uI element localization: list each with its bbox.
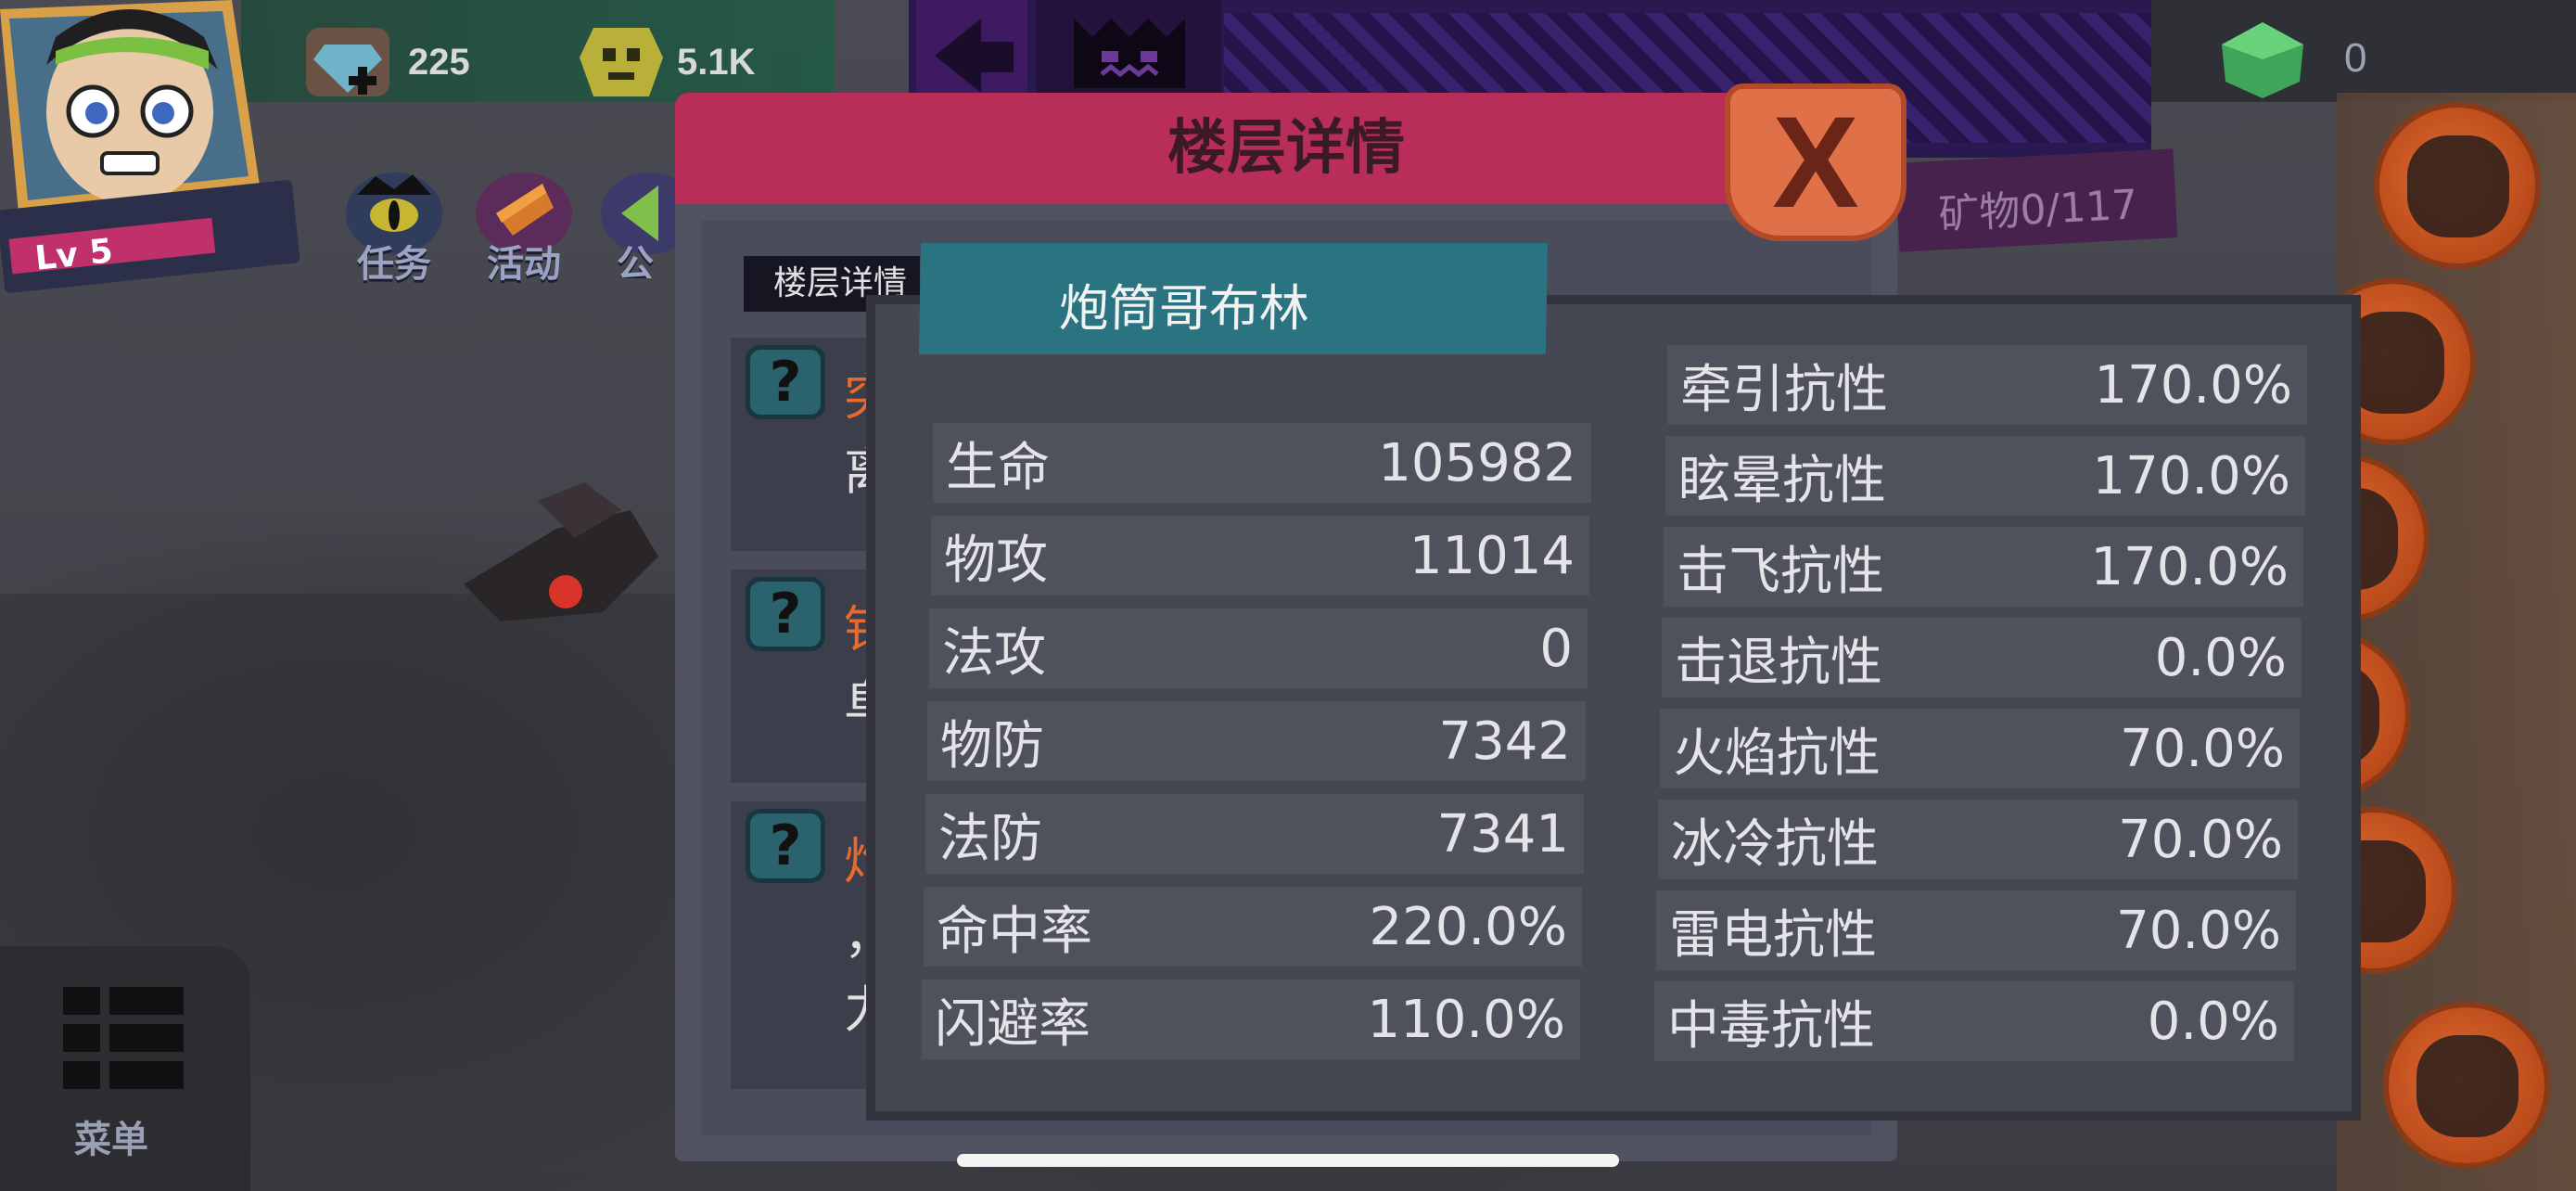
stat-value: 70.0% <box>2116 900 2281 961</box>
stat-value: 70.0% <box>2120 718 2285 779</box>
party-member-1[interactable] <box>2374 102 2541 269</box>
stat-label: 火焰抗性 <box>1673 723 1881 784</box>
stat-label: 物攻 <box>944 530 1048 591</box>
skull-coin-counter[interactable]: 5.1K <box>566 20 756 104</box>
stat-row-stun-res: 眩晕抗性 170.0% <box>1665 436 2305 516</box>
goblin-creature <box>464 482 658 621</box>
stat-label: 物防 <box>940 715 1044 776</box>
mineral-text: 矿物0/117 <box>1937 181 2139 239</box>
stat-row-knockback-res: 击退抗性 0.0% <box>1662 618 2302 698</box>
stat-label: 击飞抗性 <box>1677 541 1884 602</box>
stat-value: 0.0% <box>2154 627 2287 688</box>
mineral-counter: 矿物0/117 <box>1894 148 2178 252</box>
stat-row-magic-def: 法防 7341 <box>925 794 1584 874</box>
back-button[interactable] <box>916 0 1027 102</box>
stat-row-phys-def: 物防 7342 <box>927 701 1586 781</box>
stat-value: 11014 <box>1409 525 1575 586</box>
stat-value: 0.0% <box>2147 991 2279 1052</box>
skull-coin-amount: 5.1K <box>677 41 756 83</box>
stat-label: 生命 <box>946 437 1050 498</box>
event-label: 活动 <box>487 243 561 286</box>
stat-value: 110.0% <box>1367 989 1565 1050</box>
floor-panel-header: 楼层详情 <box>675 93 1897 204</box>
player-level: Lv 5 <box>32 232 115 278</box>
party-member-6-face <box>2417 1035 2519 1137</box>
stat-row-magic-atk: 法攻 0 <box>929 608 1588 688</box>
close-icon: X <box>1772 89 1859 235</box>
stat-value: 70.0% <box>2118 809 2283 870</box>
stat-value: 170.0% <box>2094 354 2292 416</box>
stat-row-hit-rate: 命中率 220.0% <box>924 887 1582 967</box>
stat-row-lightning-res: 雷电抗性 70.0% <box>1656 890 2296 970</box>
menu-grid-icon <box>63 987 184 1089</box>
party-member-1-face <box>2407 135 2509 237</box>
floor-panel-title: 楼层详情 <box>1167 114 1405 183</box>
arrow-left-icon <box>935 19 1014 93</box>
green-gem-icon <box>2222 22 2303 98</box>
monster-name: 炮筒哥布林 <box>1058 279 1310 338</box>
diamond-icon <box>306 28 389 96</box>
notice-button[interactable]: 公 <box>593 158 677 278</box>
question-icon: ? <box>746 809 825 883</box>
stat-row-hp: 生命 105982 <box>933 423 1591 503</box>
stat-value: 220.0% <box>1369 896 1567 957</box>
stat-label: 闪避率 <box>935 993 1090 1055</box>
stat-value: 105982 <box>1378 432 1576 493</box>
stat-row-fire-res: 火焰抗性 70.0% <box>1660 709 2300 788</box>
stat-label: 击退抗性 <box>1675 632 1882 693</box>
stat-row-knockup-res: 击飞抗性 170.0% <box>1664 527 2303 607</box>
notice-label: 公 <box>617 243 654 278</box>
stat-label: 法防 <box>938 808 1042 869</box>
stat-row-phys-atk: 物攻 11014 <box>931 516 1589 596</box>
close-button[interactable]: X <box>1725 83 1906 241</box>
diamond-amount: 225 <box>408 41 470 83</box>
stat-row-pull-res: 牵引抗性 170.0% <box>1667 345 2307 425</box>
stat-value: 0 <box>1539 618 1573 679</box>
question-icon: ? <box>746 577 825 651</box>
quest-button[interactable]: 任务 <box>334 158 454 286</box>
stat-label: 眩晕抗性 <box>1678 450 1886 511</box>
skull-coin-icon <box>580 28 663 96</box>
stat-row-ice-res: 冰冷抗性 70.0% <box>1658 800 2298 879</box>
menu-label: 菜单 <box>74 1119 148 1161</box>
stat-label: 中毒抗性 <box>1667 995 1875 1057</box>
stat-value: 7342 <box>1438 711 1571 772</box>
home-indicator[interactable] <box>957 1154 1619 1167</box>
monster-face-icon <box>1074 19 1185 88</box>
stat-value: 170.0% <box>2090 536 2289 597</box>
diamond-counter[interactable]: 225 <box>297 20 470 104</box>
quest-label: 任务 <box>357 243 431 286</box>
monster-name-banner: 炮筒哥布林 <box>918 243 1549 354</box>
stat-value: 170.0% <box>2092 445 2290 506</box>
stat-row-dodge-rate: 闪避率 110.0% <box>922 980 1580 1059</box>
gem-amount: 0 <box>2344 35 2367 81</box>
question-icon: ? <box>746 345 825 419</box>
stat-label: 雷电抗性 <box>1669 904 1877 966</box>
event-button[interactable]: 活动 <box>464 158 584 286</box>
monster-codex-button[interactable] <box>1037 0 1222 102</box>
stat-label: 命中率 <box>937 901 1092 962</box>
gem-counter[interactable]: 0 <box>2207 17 2366 100</box>
stat-row-poison-res: 中毒抗性 0.0% <box>1654 981 2294 1061</box>
stat-label: 法攻 <box>942 622 1046 684</box>
stat-label: 牵引抗性 <box>1680 359 1888 420</box>
main-menu-button[interactable]: 菜单 <box>0 946 250 1191</box>
stat-label: 冰冷抗性 <box>1671 813 1879 875</box>
party-member-6[interactable] <box>2383 1002 2550 1169</box>
stat-value: 7341 <box>1436 803 1569 864</box>
